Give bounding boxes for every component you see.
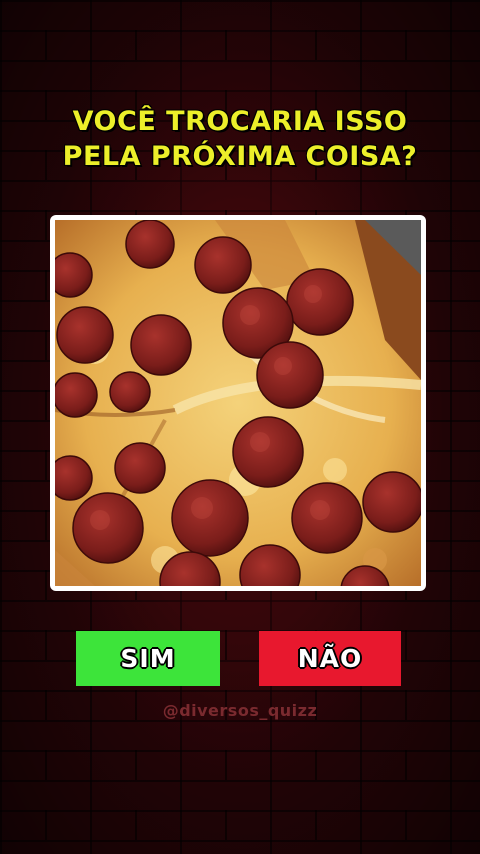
- question-line-1: VOCÊ TROCARIA ISSO: [72, 106, 408, 137]
- pepperoni-pizza-image: [55, 220, 421, 586]
- quiz-question: VOCÊ TROCARIA ISSO PELA PRÓXIMA COISA?: [0, 104, 480, 174]
- question-line-2: PELA PRÓXIMA COISA?: [62, 141, 418, 172]
- yes-button[interactable]: SIM: [76, 631, 220, 686]
- no-button[interactable]: NÃO: [259, 631, 401, 686]
- quiz-image-frame: [50, 215, 426, 591]
- creator-handle: @diversos_quizz: [162, 701, 318, 720]
